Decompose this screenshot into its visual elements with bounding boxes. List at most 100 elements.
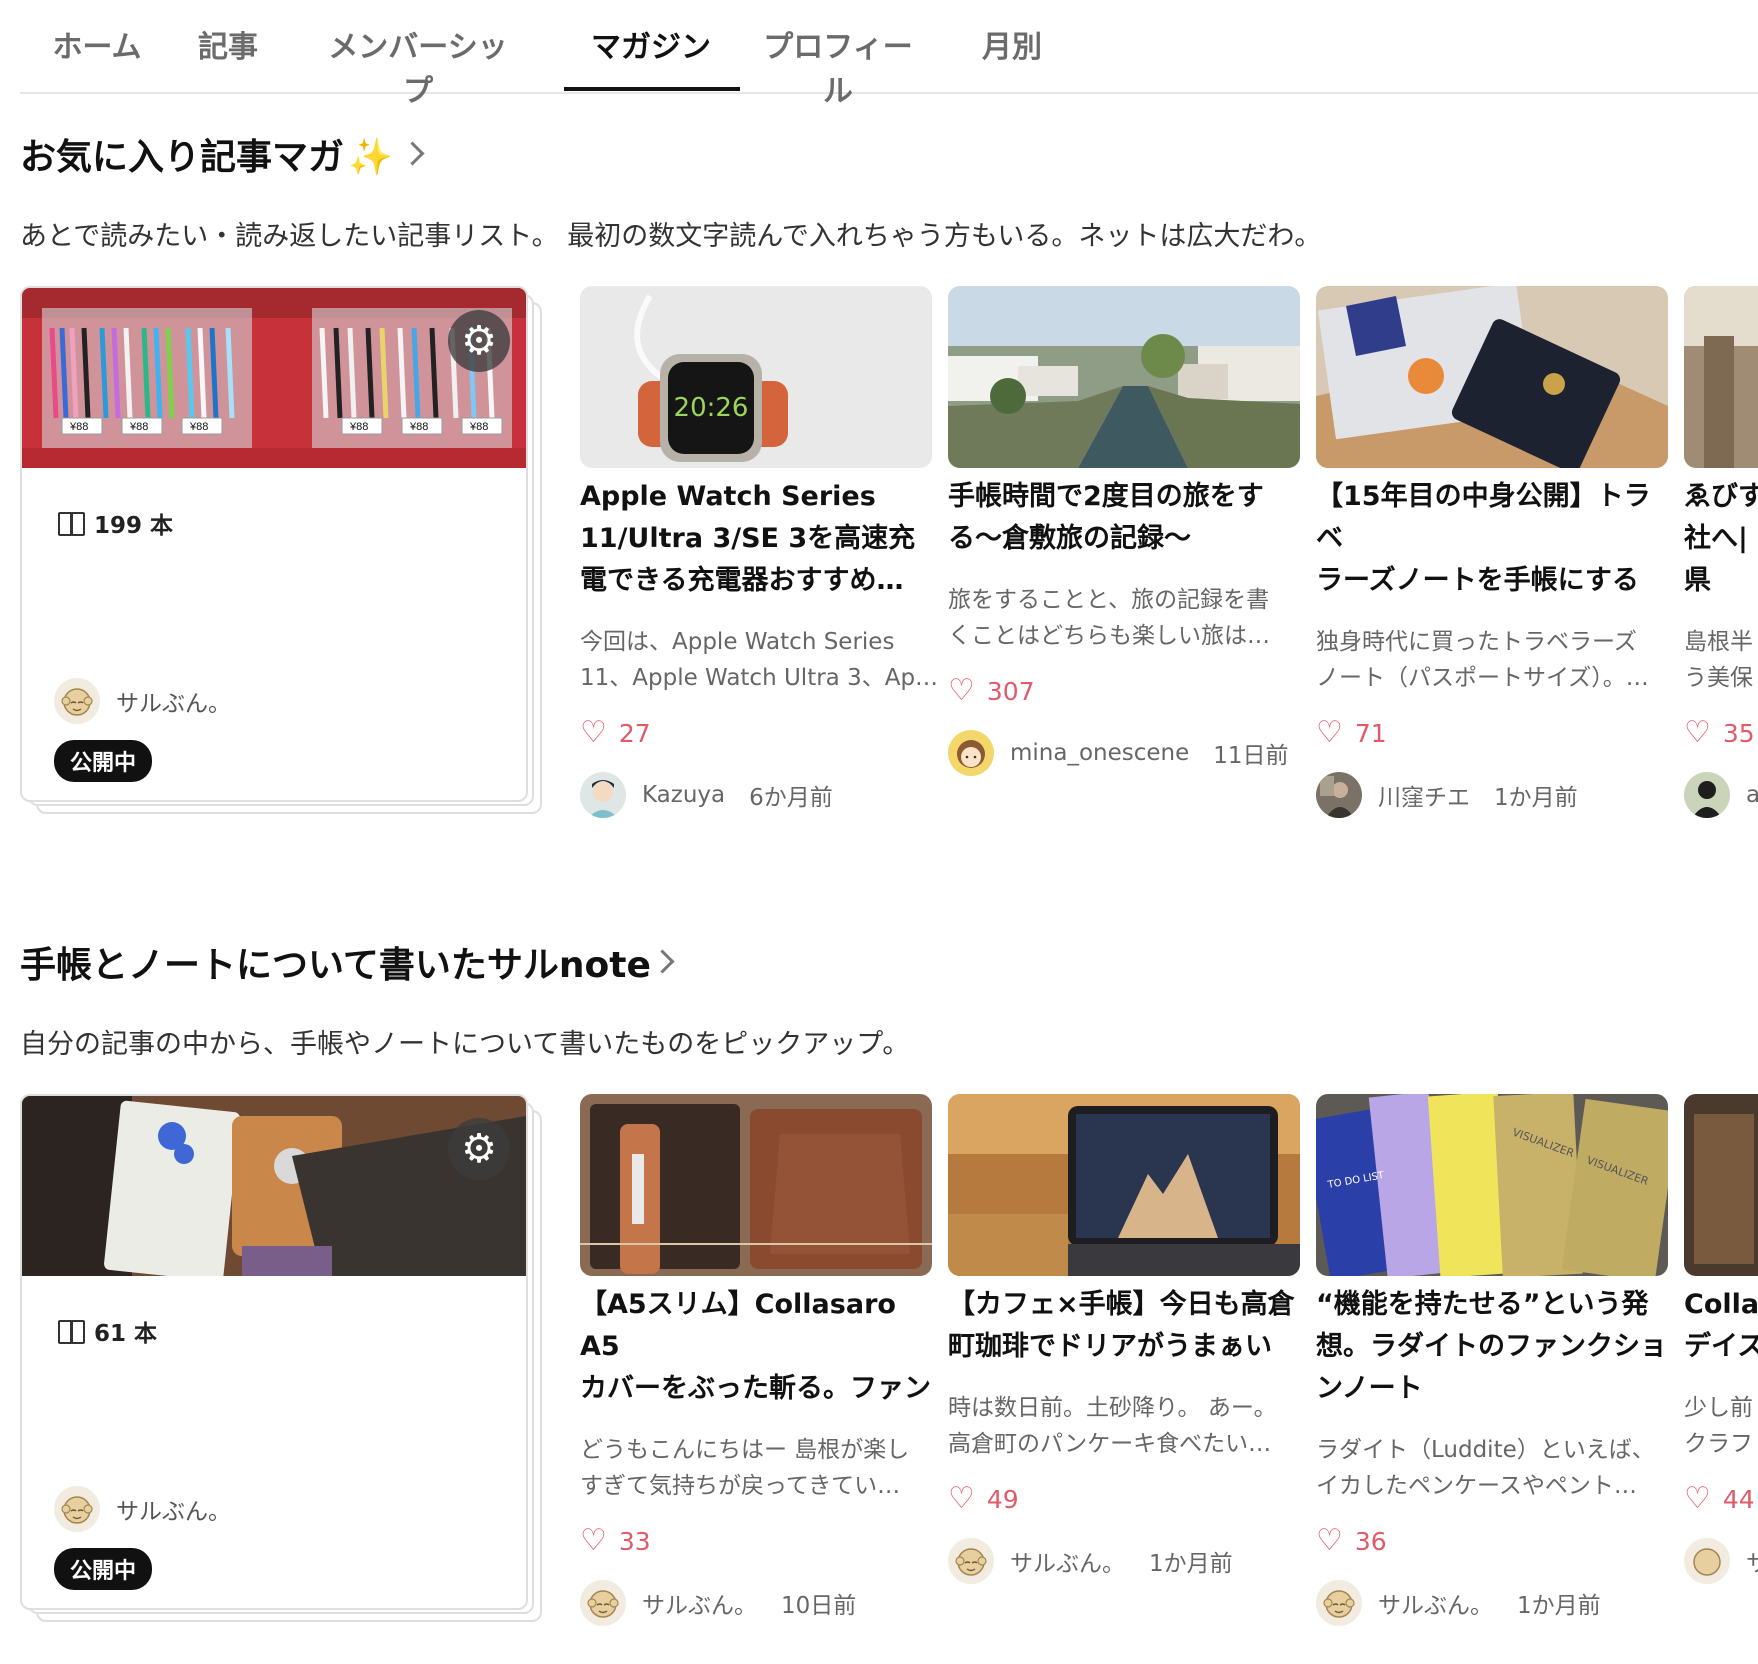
magazine-card[interactable]: ⚙ 61 本 サルぶん。 公開中 — [20, 1094, 542, 1622]
article-thumbnail: 20:26 — [580, 286, 932, 468]
avatar — [1684, 772, 1730, 818]
like-button[interactable]: ♡ 27 — [580, 718, 651, 748]
article-card[interactable]: 【カフェ×手帳】今日も高倉 町珈琲でドリアがうまぁい 時は数日前。土砂降り。 あ… — [948, 1094, 1300, 1594]
like-button[interactable]: ♡ 307 — [948, 676, 1035, 706]
author-name: Kazuya — [642, 782, 726, 808]
price-tag: ¥88 — [349, 421, 368, 433]
like-button[interactable]: ♡ 36 — [1316, 1526, 1387, 1556]
like-button[interactable]: ♡ 71 — [1316, 718, 1387, 748]
magazine-author[interactable]: サルぶん。 — [54, 678, 231, 724]
settings-gear-icon[interactable]: ⚙ — [448, 1118, 510, 1180]
magazine-card[interactable]: ¥88 ¥88 ¥88 ¥88 ¥88 ¥88 ⚙ 199 本 サルぶん。 公開… — [20, 286, 542, 814]
article-title[interactable]: 【カフェ×手帳】今日も高倉 町珈琲でドリアがうまぁい — [948, 1284, 1308, 1368]
article-excerpt: 島根半 う美保 — [1684, 629, 1753, 691]
price-tag: ¥88 — [469, 421, 488, 433]
author-name: a — [1746, 782, 1758, 808]
settings-gear-icon[interactable]: ⚙ — [448, 310, 510, 372]
like-button[interactable]: ♡ 35 — [1684, 718, 1755, 748]
author-name: サルぶん。 — [116, 1499, 231, 1525]
like-count: 35 — [1722, 718, 1755, 748]
section-description: あとで読みたい・読み返したい記事リスト。 最初の数文字読んで入れちゃう方もいる。… — [20, 221, 1322, 252]
chevron-right-icon[interactable] — [650, 949, 675, 974]
avatar — [54, 678, 100, 724]
article-author[interactable]: a — [1684, 772, 1758, 818]
magazine-cover-image: ¥88 ¥88 ¥88 ¥88 ¥88 ¥88 — [22, 288, 526, 468]
article-title[interactable]: Apple Watch Series 11/Ultra 3/SE 3を高速充 電… — [580, 476, 940, 602]
tab-magazine[interactable]: マガジン — [580, 22, 722, 88]
article-count-value: 199 本 — [94, 513, 174, 539]
tab-profile[interactable]: プロフィール — [752, 22, 924, 109]
section-title-notebooks[interactable]: 手帳とノートについて書いたサルnote — [20, 936, 651, 988]
timestamp: 1か月前 — [1149, 1551, 1233, 1577]
article-title[interactable]: 【15年目の中身公開】トラベ ラーズノートを手帳にする のは諦めた。EDITで、… — [1316, 476, 1676, 602]
article-card[interactable]: ゑびす 社へ| 県 島根半 う美保 ♡ 35 a — [1684, 286, 1758, 826]
article-card[interactable]: 【A5スリム】Collasaro A5 カバーをぶった斬る。ファン クションーズ… — [580, 1094, 932, 1634]
article-count: 199 本 — [58, 506, 173, 540]
timestamp: 11日前 — [1213, 743, 1289, 769]
avatar — [948, 730, 994, 776]
article-author[interactable]: サルぶん。 10日前 — [580, 1580, 856, 1626]
author-name: サルぶん。 — [1010, 1551, 1125, 1577]
article-thumbnail — [1684, 286, 1758, 468]
heart-icon: ♡ — [1316, 715, 1343, 750]
price-tag: ¥88 — [129, 421, 148, 433]
article-author[interactable]: サルぶん。 1か月前 — [1316, 1580, 1601, 1626]
chevron-right-icon[interactable] — [400, 141, 425, 166]
tab-bar: ホーム 記事 メンバーシップ マガジン プロフィール 月別 — [20, 0, 1758, 109]
article-excerpt: 今回は、Apple Watch Series 11、Apple Watch Ul… — [580, 629, 939, 691]
tab-articles[interactable]: 記事 — [198, 22, 258, 88]
section-description: 自分の記事の中から、手帳やノートについて書いたものをピックアップ。 — [20, 1029, 910, 1060]
tab-home[interactable]: ホーム — [52, 22, 142, 88]
article-title[interactable]: “機能を持たせる”という発 想。ラダイトのファンクショ ンノート — [1316, 1284, 1676, 1410]
article-card[interactable]: 手帳時間で2度目の旅をす る〜倉敷旅の記録〜 旅をすることと、旅の記録を書 くこ… — [948, 286, 1300, 786]
article-excerpt: 旅をすることと、旅の記録を書 くことはどちらも楽しい旅は… — [948, 587, 1270, 649]
section-title-favorites[interactable]: お気に入り記事マガ ✨ — [20, 128, 393, 180]
article-card[interactable]: 20:26 Apple Watch Series 11/Ultra 3/SE 3… — [580, 286, 938, 826]
article-thumbnail: TO DO LIST VISUALIZER VISUALIZER — [1316, 1094, 1668, 1276]
timestamp: 6か月前 — [749, 785, 833, 811]
article-title[interactable]: 手帳時間で2度目の旅をす る〜倉敷旅の記録〜 — [948, 476, 1308, 560]
author-name: サ — [1746, 1551, 1758, 1577]
article-excerpt: 時は数日前。土砂降り。 あー。 高倉町のパンケーキ食べたい… — [948, 1395, 1277, 1457]
magazine-cover-image — [22, 1096, 526, 1276]
article-thumbnail — [1684, 1094, 1758, 1276]
like-count: 307 — [986, 676, 1035, 706]
like-button[interactable]: ♡ 49 — [948, 1484, 1019, 1514]
article-title[interactable]: ゑびす 社へ| 県 — [1684, 476, 1758, 602]
tab-monthly[interactable]: 月別 — [982, 22, 1042, 88]
article-author[interactable]: サルぶん。 1か月前 — [948, 1538, 1233, 1584]
avatar — [948, 1538, 994, 1584]
article-card[interactable]: 【15年目の中身公開】トラベ ラーズノートを手帳にする のは諦めた。EDITで、… — [1316, 286, 1668, 826]
avatar — [580, 1580, 626, 1626]
tab-membership[interactable]: メンバーシップ — [320, 22, 516, 109]
article-card[interactable]: Colla デイス 少し前 クラフ ♡ 44 サ — [1684, 1094, 1758, 1594]
magazine-card-front[interactable]: ¥88 ¥88 ¥88 ¥88 ¥88 ¥88 ⚙ 199 本 サルぶん。 公開… — [20, 286, 528, 802]
article-author[interactable]: Kazuya 6か月前 — [580, 772, 833, 818]
author-name: サルぶん。 — [116, 691, 231, 717]
article-title[interactable]: Colla デイス — [1684, 1284, 1758, 1368]
heart-icon: ♡ — [948, 673, 975, 708]
magazine-author[interactable]: サルぶん。 — [54, 1486, 231, 1532]
article-thumbnail — [948, 286, 1300, 468]
like-count: 44 — [1722, 1484, 1755, 1514]
avatar — [1316, 772, 1362, 818]
author-name: サルぶん。 — [1378, 1593, 1493, 1619]
like-count: 71 — [1354, 718, 1387, 748]
article-title[interactable]: 【A5スリム】Collasaro A5 カバーをぶった斬る。ファン クションーズ… — [580, 1284, 940, 1410]
article-excerpt: どうもこんにちはー 島根が楽し すぎて気持ちが戻ってきてい… — [580, 1437, 910, 1499]
article-author[interactable]: サ — [1684, 1538, 1758, 1584]
like-button[interactable]: ♡ 44 — [1684, 1484, 1755, 1514]
article-excerpt: 独身時代に買ったトラベラーズ ノート（パスポートサイズ）。… — [1316, 629, 1649, 691]
active-tab-indicator — [564, 87, 740, 91]
price-tag: ¥88 — [189, 421, 208, 433]
price-tag: ¥88 — [409, 421, 428, 433]
article-thumbnail — [580, 1094, 932, 1276]
avatar — [580, 772, 626, 818]
avatar — [1684, 1538, 1730, 1584]
like-button[interactable]: ♡ 33 — [580, 1526, 651, 1556]
article-excerpt: ラダイト（Luddite）といえば、 イカしたペンケースやペント… — [1316, 1437, 1655, 1499]
magazine-card-front[interactable]: ⚙ 61 本 サルぶん。 公開中 — [20, 1094, 528, 1610]
article-author[interactable]: 川窪チエ 1か月前 — [1316, 772, 1578, 818]
article-card[interactable]: TO DO LIST VISUALIZER VISUALIZER “機能を持たせ… — [1316, 1094, 1668, 1634]
article-author[interactable]: mina_onescene 11日前 — [948, 730, 1289, 776]
